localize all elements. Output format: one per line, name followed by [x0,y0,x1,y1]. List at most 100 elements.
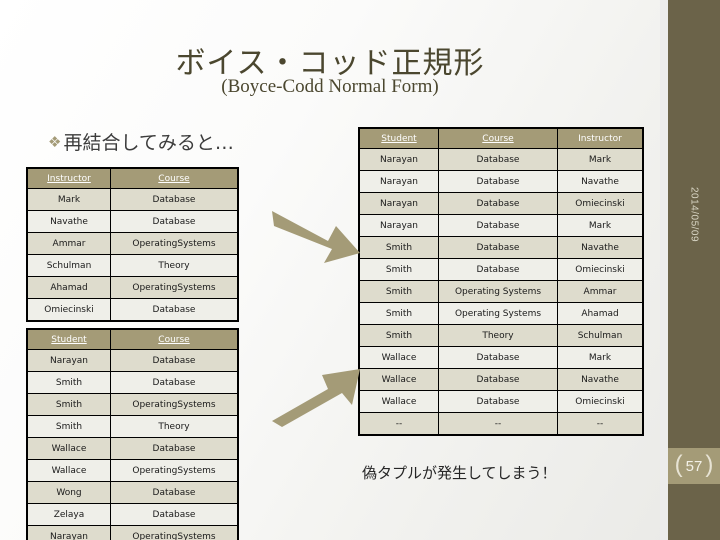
bullet-heading: ❖ 再結合してみると… [48,128,234,155]
table-cell: Navathe [26,210,111,233]
table-cell: Schulman [557,324,644,347]
table-cell: Navathe [557,170,644,193]
arrow-up-right-icon [272,369,360,427]
bracket-right-icon: ) [705,451,714,478]
table-cell: Database [438,192,558,215]
table-cell: Narayan [358,192,439,215]
table-cell: Mark [26,188,111,211]
table-row: Narayan OperatingSystems [26,525,239,540]
table-cell: Narayan [26,525,111,540]
table-row: Wong Database [26,481,239,504]
column-header-course: Course [110,167,239,189]
table-cell: Smith [358,236,439,259]
table-cell: OperatingSystems [110,276,239,299]
column-header-label: Instructor [47,173,91,184]
table-cell: Omiecinski [557,192,644,215]
table-row: Narayan Database Mark [358,148,644,171]
table-row: Wallace Database Mark [358,346,644,369]
column-header-label: Instructor [578,133,622,144]
column-header-label: Course [482,133,514,144]
table-cell: Omiecinski [557,390,644,413]
table-cell: Database [438,236,558,259]
table-cell: Smith [26,393,111,416]
caption-text: 偽タプルが発生してしまう！ [362,464,557,482]
table-cell: Wallace [358,368,439,391]
table-cell: Ammar [26,232,111,255]
table-cell: Theory [438,324,558,347]
table-cell: Operating Systems [438,280,558,303]
table-cell: Mark [557,148,644,171]
table-cell: Navathe [557,368,644,391]
column-header-student: Student [26,328,111,350]
table-cell: Wallace [358,390,439,413]
table-header-row: Student Course Instructor [358,127,644,149]
table-cell: Wong [26,481,111,504]
table-cell: Smith [358,258,439,281]
column-header-course: Course [438,127,558,149]
table-cell: OperatingSystems [110,459,239,482]
table-body: Mark Database Navathe Database Ammar Operatin… [26,188,239,322]
table-body: Narayan Database Mark Narayan Database Navath… [358,148,644,436]
page-number-value: 57 [685,457,703,475]
table-row: Smith Theory Schulman [358,324,644,347]
table-cell: Narayan [358,214,439,237]
column-header-label: Student [381,133,417,144]
table-cell: Database [438,258,558,281]
table-row: Narayan Database Navathe [358,170,644,193]
table-cell: Mark [557,214,644,237]
table-cell: Mark [557,346,644,369]
table-row: Mark Database [26,188,239,211]
page-number-badge: ( 57 ) [668,448,720,484]
bracket-left-icon: ( [674,451,683,478]
column-header-course: Course [110,328,239,350]
slide-date: 2014/05/09 [688,187,700,243]
table-cell: Smith [358,302,439,325]
table-row: Wallace Database Navathe [358,368,644,391]
table-cell: Database [110,210,239,233]
table-row: Smith Database Navathe [358,236,644,259]
table-cell: Ahamad [557,302,644,325]
table-cell: Omiecinski [26,298,111,322]
table-cell: Smith [26,371,111,394]
table-cell: Ammar [557,280,644,303]
table-row: Wallace OperatingSystems [26,459,239,482]
table-cell: Database [438,390,558,413]
table-cell: Zelaya [26,503,111,526]
table-cell: -- [438,412,558,436]
table-cell: Database [110,371,239,394]
table-cell: OperatingSystems [110,232,239,255]
table-header: Student Course Instructor [358,127,644,149]
table-cell: Database [110,481,239,504]
table-row: Wallace Database [26,437,239,460]
table-row: Narayan Database [26,349,239,372]
table-cell: Database [110,437,239,460]
table-header-row: Instructor Course [26,167,239,189]
table-row: -- -- -- [358,412,644,436]
table-cell: Database [110,349,239,372]
table-header: Instructor Course [26,167,239,189]
table-row: Smith OperatingSystems [26,393,239,416]
table-cell: -- [358,412,439,436]
column-header-label: Student [51,334,87,345]
table-cell: Database [110,298,239,322]
page-subtitle: (Boyce-Codd Normal Form) [221,76,439,97]
table-cell: Ahamad [26,276,111,299]
table-cell: Wallace [358,346,439,369]
column-header-label: Course [158,173,190,184]
table-row: Zelaya Database [26,503,239,526]
table-row: Ammar OperatingSystems [26,232,239,255]
table-header: Student Course [26,328,239,350]
table-cell: Database [438,148,558,171]
table-cell: Database [438,368,558,391]
table-cell: Schulman [26,254,111,277]
table-body: Narayan Database Smith Database Smith Operati… [26,349,239,540]
table-cell: Operating Systems [438,302,558,325]
sidebar-gutter [660,0,668,540]
table-joined-result: Student Course Instructor Narayan Database M… [358,127,644,436]
table-row: Narayan Database Mark [358,214,644,237]
table-row: Omiecinski Database [26,298,239,322]
arrow-down-right-icon [272,211,360,263]
table-student-course: Student Course Narayan Database Smith Databa… [26,328,239,540]
table-cell: Database [438,214,558,237]
table-row: Smith Database [26,371,239,394]
